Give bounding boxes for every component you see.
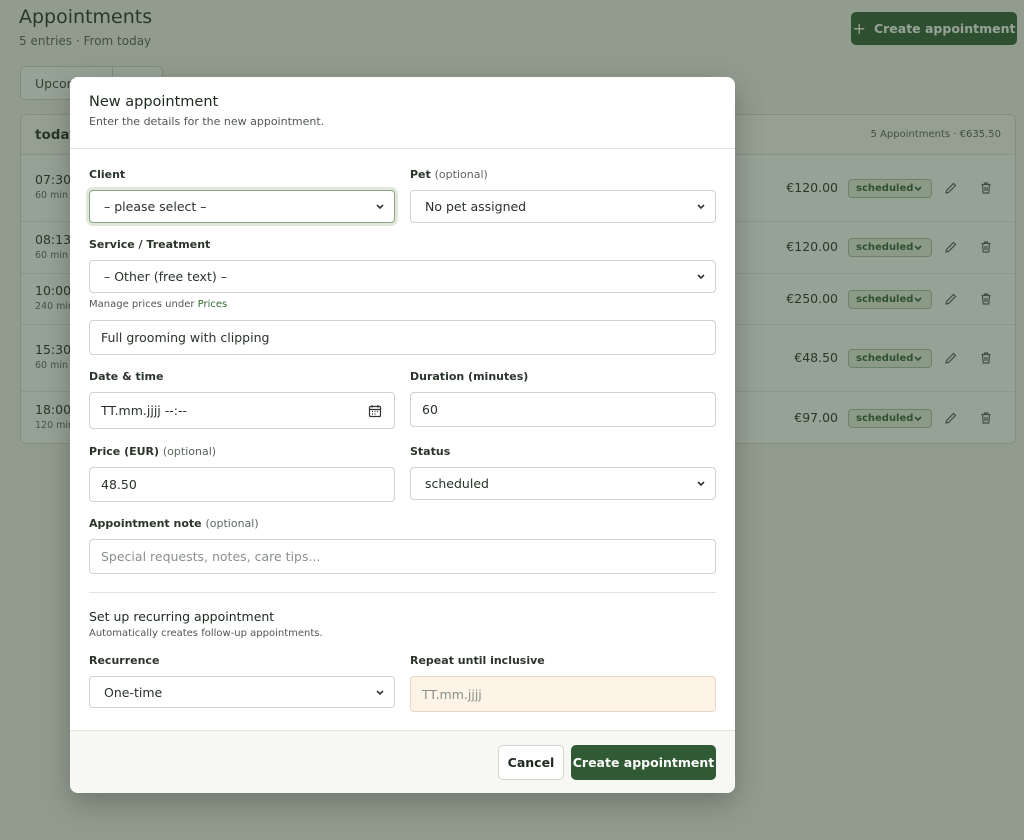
price-value: 48.50: [101, 477, 137, 492]
calendar-icon[interactable]: [368, 404, 382, 418]
new-appointment-dialog: New appointment Enter the details for th…: [70, 77, 735, 793]
chevron-down-icon: [376, 204, 384, 210]
repeat-until-label: Repeat until inclusive: [410, 654, 545, 667]
duration-value: 60: [422, 402, 438, 417]
recurrence-label: Recurrence: [89, 654, 160, 667]
dialog-header: New appointment Enter the details for th…: [70, 77, 735, 149]
service-select[interactable]: – Other (free text) –: [89, 260, 716, 293]
service-value: – Other (free text) –: [104, 269, 227, 284]
price-label: Price (EUR) (optional): [89, 445, 217, 458]
status-label: Status: [410, 445, 451, 458]
prices-hint: Manage prices under Prices: [89, 299, 228, 310]
service-free-text-value: Full grooming with clipping: [101, 330, 270, 345]
chevron-down-icon: [697, 204, 705, 210]
note-input[interactable]: Special requests, notes, care tips...: [89, 539, 716, 574]
price-input[interactable]: 48.50: [89, 467, 395, 502]
datetime-value: TT.mm.jjjj --:--: [101, 403, 187, 418]
recurring-subtitle: Automatically creates follow-up appointm…: [89, 628, 323, 639]
dialog-footer: Cancel Create appointment: [70, 730, 735, 793]
service-free-text-input[interactable]: Full grooming with clipping: [89, 320, 716, 355]
chevron-down-icon: [376, 690, 384, 696]
repeat-until-input[interactable]: TT.mm.jjjj: [410, 676, 716, 712]
pet-value: No pet assigned: [425, 199, 527, 214]
section-divider: [89, 592, 716, 593]
duration-input[interactable]: 60: [410, 392, 716, 427]
recurring-title: Set up recurring appointment: [89, 609, 275, 624]
client-value: – please select –: [104, 199, 207, 214]
repeat-until-placeholder: TT.mm.jjjj: [422, 686, 482, 702]
status-select-value: scheduled: [425, 476, 489, 491]
datetime-label: Date & time: [89, 370, 164, 383]
chevron-down-icon: [697, 274, 705, 280]
client-select[interactable]: – please select –: [89, 190, 395, 223]
status-select[interactable]: scheduled: [410, 467, 716, 500]
dialog-title: New appointment: [89, 94, 219, 110]
dialog-subtitle: Enter the details for the new appointmen…: [89, 115, 325, 128]
submit-create-appointment-button[interactable]: Create appointment: [571, 745, 716, 780]
pet-select[interactable]: No pet assigned: [410, 190, 716, 223]
service-label: Service / Treatment: [89, 238, 211, 251]
cancel-button[interactable]: Cancel: [498, 745, 564, 780]
note-label: Appointment note (optional): [89, 517, 259, 530]
duration-label: Duration (minutes): [410, 370, 529, 383]
pet-label: Pet (optional): [410, 168, 488, 181]
prices-link[interactable]: Prices: [198, 299, 228, 310]
client-label: Client: [89, 168, 126, 181]
datetime-input[interactable]: TT.mm.jjjj --:--: [89, 392, 395, 429]
recurrence-value: One-time: [104, 684, 163, 700]
recurrence-select[interactable]: One-time: [89, 676, 395, 708]
note-placeholder: Special requests, notes, care tips...: [101, 549, 321, 564]
chevron-down-icon: [697, 481, 705, 487]
